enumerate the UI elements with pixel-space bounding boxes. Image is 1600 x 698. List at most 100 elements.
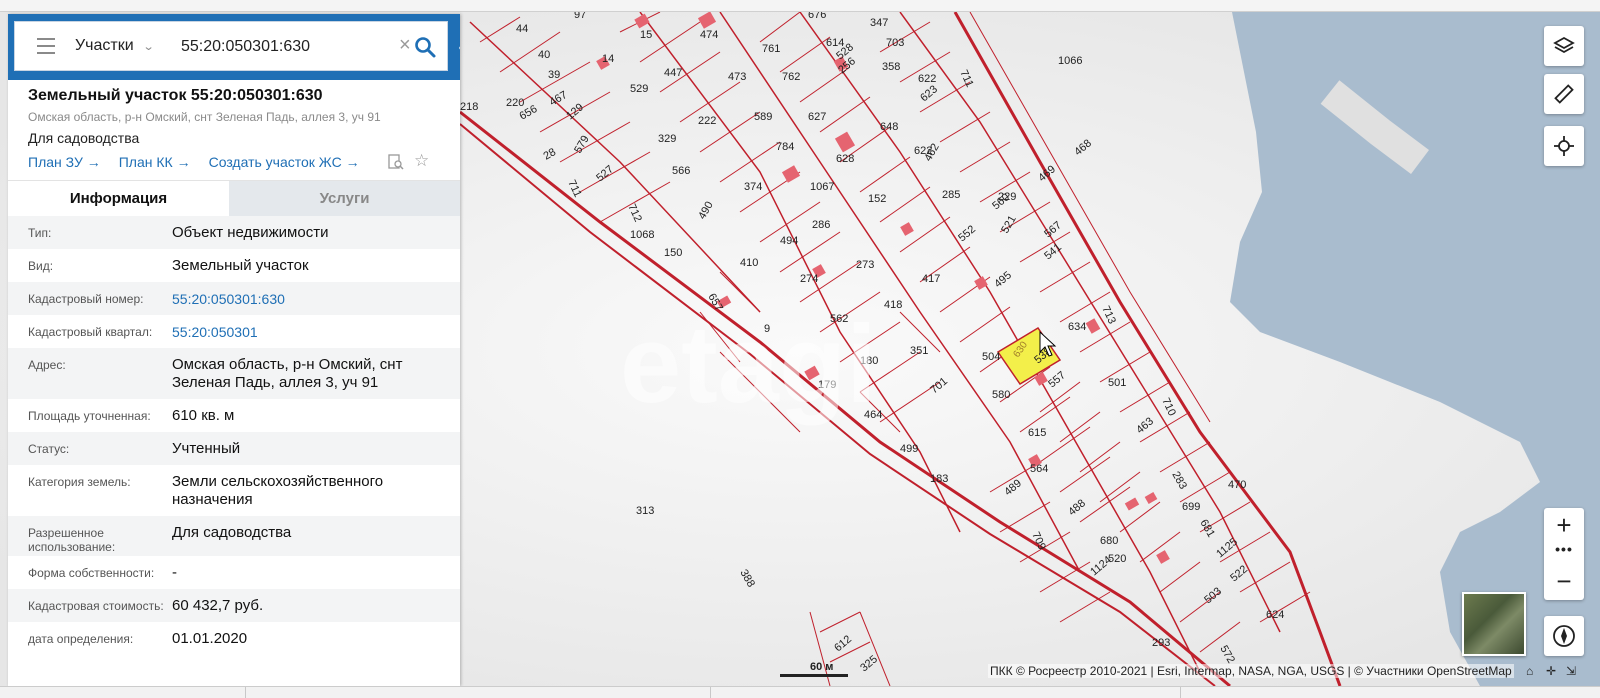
- measure-button[interactable]: [1544, 74, 1584, 114]
- plot-label: 566: [672, 165, 690, 177]
- zoom-controls: + ••• −: [1544, 508, 1584, 600]
- info-row-label: Статус:: [28, 442, 70, 456]
- info-row-value: Для садоводства: [172, 524, 292, 541]
- plot-label: 410: [740, 257, 758, 269]
- compass-icon: [1553, 625, 1575, 647]
- plot-label: 40: [538, 49, 550, 61]
- search-input[interactable]: [181, 34, 381, 60]
- plot-label: 447: [664, 67, 682, 79]
- plot-label: 680: [1100, 535, 1118, 547]
- info-row-label: Вид:: [28, 259, 54, 273]
- info-row-label: Кадастровый квартал:: [28, 325, 153, 339]
- zoom-out-button[interactable]: −: [1544, 564, 1584, 600]
- plot-label: 1067: [810, 181, 834, 193]
- plot-label: 624: [1266, 609, 1284, 621]
- home-icon[interactable]: ⌂: [1526, 664, 1533, 678]
- plot-label: 1066: [1058, 55, 1082, 67]
- plot-label: 474: [700, 29, 718, 41]
- info-row-label: Площадь уточненная:: [28, 409, 151, 423]
- plot-label: 499: [900, 443, 918, 455]
- info-row-label: Кадастровый номер:: [28, 292, 144, 306]
- plot-label: 218: [460, 101, 478, 113]
- info-row: Адрес: Омская область, р-н Омский, снт Зе…: [8, 348, 460, 399]
- plot-label: 351: [910, 345, 928, 357]
- collapse-panel-button[interactable]: ‹: [452, 36, 460, 60]
- create-parcel-zhs-link[interactable]: Создать участок ЖС →: [209, 154, 360, 170]
- info-row: Кадастровый номер: 55:20:050301:630: [8, 282, 460, 315]
- plot-label: 473: [728, 71, 746, 83]
- info-row-value: Объект недвижимости: [172, 224, 329, 241]
- zoom-more-button[interactable]: •••: [1544, 542, 1584, 564]
- plot-label: 293: [1152, 637, 1170, 649]
- hamburger-menu-icon[interactable]: [37, 38, 55, 54]
- plot-label: 501: [1108, 377, 1126, 389]
- watermark-etagi: etagi: [620, 303, 877, 426]
- plot-label: 285: [942, 189, 960, 201]
- plot-label: 220: [506, 97, 524, 109]
- plan-kk-link[interactable]: План КК →: [119, 154, 191, 170]
- plot-label: 39: [548, 69, 560, 81]
- expand-icon[interactable]: ⇲: [1566, 664, 1576, 678]
- tab-services[interactable]: Услуги: [229, 181, 460, 216]
- plot-label: 784: [776, 141, 794, 153]
- plot-label: 329: [658, 133, 676, 145]
- info-row-value: 60 432,7 руб.: [172, 597, 264, 614]
- plot-label: 222: [698, 115, 716, 127]
- info-row-value: Земли сельскохозяйственного назначения: [172, 473, 384, 508]
- compass-button[interactable]: [1544, 616, 1584, 656]
- plot-label: 286: [812, 219, 830, 231]
- star-icon[interactable]: ☆: [414, 151, 429, 171]
- plot-label: 313: [636, 505, 654, 517]
- plot-label: 183: [930, 473, 948, 485]
- search-mode-select[interactable]: Участки ⌄: [75, 37, 154, 55]
- scale-bar: [780, 674, 848, 677]
- search-icon[interactable]: [413, 35, 437, 59]
- info-row: Кадастровая стоимость: 60 432,7 руб.: [8, 589, 460, 622]
- info-row-value: Учтенный: [172, 440, 241, 457]
- tab-information[interactable]: Информация: [8, 181, 229, 216]
- search-mode-label: Участки: [75, 37, 134, 54]
- locate-button[interactable]: [1544, 126, 1584, 166]
- plot-label: 347: [870, 17, 888, 29]
- info-row-link[interactable]: 55:20:050301:630: [172, 290, 442, 308]
- plot-label: 494: [780, 235, 798, 247]
- plot-label: 97: [574, 12, 586, 21]
- info-rows: Тип: Объект недвижимости Вид: Земельный уча…: [8, 216, 460, 655]
- map-attribution: ПКК © Росреестр 2010-2021 | Esri, Interm…: [988, 664, 1514, 678]
- crosshair-icon: [1554, 136, 1574, 156]
- info-row-value: Омская область, р-н Омский, снт Зеленая …: [172, 356, 403, 391]
- parcel-title: Земельный участок 55:20:050301:630: [28, 87, 323, 104]
- plot-label: 44: [516, 23, 528, 35]
- plot-label: 627: [808, 111, 826, 123]
- info-row-label: Тип:: [28, 226, 52, 240]
- plot-label: 274: [800, 273, 818, 285]
- layers-icon: [1553, 36, 1575, 54]
- plot-label: 470: [1228, 479, 1246, 491]
- zoom-in-button[interactable]: +: [1544, 508, 1584, 542]
- plot-label: 676: [808, 12, 826, 21]
- info-row-value: 610 кв. м: [172, 407, 235, 424]
- panel-tabs: Информация Услуги: [8, 180, 460, 216]
- browser-bookmarks-strip: [0, 0, 1600, 12]
- plot-label: 273: [856, 259, 874, 271]
- plot-label: 615: [1028, 427, 1046, 439]
- info-row: Площадь уточненная: 610 кв. м: [8, 399, 460, 432]
- info-row-label: Кадастровая стоимость:: [28, 599, 164, 613]
- info-row-value: 01.01.2020: [172, 630, 248, 647]
- plot-label: 564: [1030, 463, 1048, 475]
- plot-label: 15: [640, 29, 652, 41]
- info-row: Статус: Учтенный: [8, 432, 460, 465]
- layers-button[interactable]: [1544, 26, 1584, 66]
- basemap-switcher-thumbnail[interactable]: [1462, 592, 1526, 656]
- clear-icon[interactable]: ×: [399, 34, 411, 57]
- search-bar: Участки ⌄ × ‹: [8, 14, 460, 80]
- target-icon[interactable]: ✛: [1546, 664, 1556, 678]
- plot-label: 358: [882, 61, 900, 73]
- info-row-link[interactable]: 55:20:050301: [172, 323, 442, 341]
- document-search-icon[interactable]: [388, 154, 404, 170]
- info-row: Тип: Объект недвижимости: [8, 216, 460, 249]
- info-row-label: Адрес:: [28, 358, 66, 372]
- plot-label: 703: [886, 37, 904, 49]
- info-row-value: -: [172, 564, 177, 581]
- plan-zu-link[interactable]: План ЗУ →: [28, 154, 101, 170]
